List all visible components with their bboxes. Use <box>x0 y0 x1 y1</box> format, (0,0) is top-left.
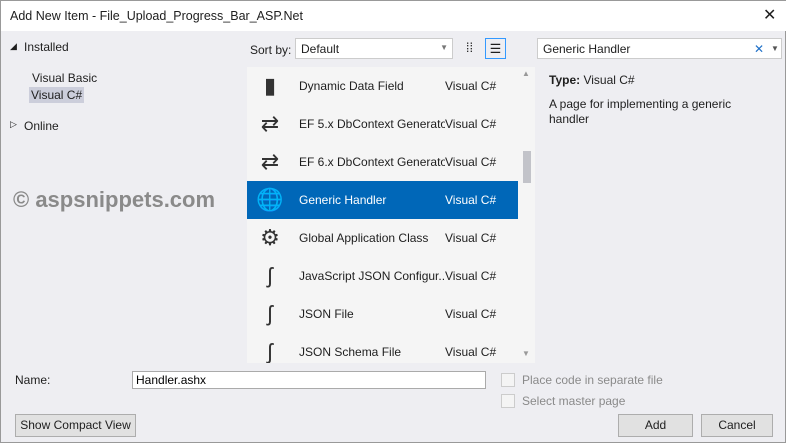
chevron-down-icon[interactable]: ▼ <box>771 44 779 53</box>
list-item[interactable]: 🌐 Generic Handler Visual C# <box>247 181 518 219</box>
type-label: Type: <box>549 73 581 87</box>
clear-search-icon[interactable]: ✕ <box>754 42 764 56</box>
add-button[interactable]: Add <box>618 414 693 437</box>
template-icon: ⇄ <box>260 149 280 174</box>
scrollbar-thumb[interactable] <box>523 151 531 183</box>
list-scrollbar[interactable]: ▲ ▼ <box>518 67 535 363</box>
sort-label: Sort by: <box>250 43 292 57</box>
item-name: Generic Handler <box>299 193 387 207</box>
list-item[interactable]: ʃ JSON Schema File Visual C# <box>247 333 518 363</box>
item-description: A page for implementing a generic handle… <box>549 97 732 126</box>
separate-file-checkbox[interactable] <box>501 373 515 387</box>
template-icon: ʃ <box>267 301 273 326</box>
list-item[interactable]: ▮ Dynamic Data Field Visual C# <box>247 67 518 105</box>
item-name: JSON Schema File <box>299 345 402 359</box>
name-label: Name: <box>15 373 51 387</box>
item-language: Visual C# <box>445 231 497 245</box>
search-input[interactable]: Generic Handler ✕ ▼ <box>537 38 782 59</box>
master-page-label: Select master page <box>522 394 626 408</box>
item-name: Global Application Class <box>299 231 429 245</box>
list-item[interactable]: ⇄ EF 6.x DbContext Generator Visual C# <box>247 143 518 181</box>
type-value: Visual C# <box>583 73 635 87</box>
list-view-button[interactable]: ☰ <box>485 38 506 59</box>
collapse-triangle-icon[interactable]: ◢ <box>10 41 17 52</box>
list-item[interactable]: ⇄ EF 5.x DbContext Generator Visual C# <box>247 105 518 143</box>
list-item[interactable]: ʃ JavaScript JSON Configur... Visual C# <box>247 257 518 295</box>
template-icon: ʃ <box>267 339 273 363</box>
chevron-down-icon: ▼ <box>440 43 448 52</box>
item-name: EF 5.x DbContext Generator <box>299 117 445 131</box>
template-icon: 🌐 <box>256 187 284 212</box>
scroll-up-icon[interactable]: ▲ <box>522 69 530 78</box>
template-icon: ⇄ <box>260 111 280 136</box>
list-item[interactable]: ʃ JSON File Visual C# <box>247 295 518 333</box>
tree-item-visual-csharp[interactable]: Visual C# <box>29 87 85 103</box>
item-language: Visual C# <box>445 79 497 93</box>
list-item[interactable]: ⚙ Global Application Class Visual C# <box>247 219 518 257</box>
item-language: Visual C# <box>445 117 497 131</box>
item-name: EF 6.x DbContext Generator <box>299 155 445 169</box>
template-list: ▮ Dynamic Data Field Visual C# ⇄ EF 5.x DbCo… <box>247 67 518 363</box>
tree-online[interactable]: Online <box>24 119 59 133</box>
template-icon: ▮ <box>263 73 277 98</box>
name-input[interactable] <box>132 371 486 389</box>
tree-item-visual-basic[interactable]: Visual Basic <box>30 70 99 86</box>
template-icon: ⚙ <box>260 225 280 250</box>
sort-value: Default <box>301 42 340 56</box>
medium-icons-view-button[interactable]: ⁞⁞ <box>459 38 480 59</box>
expand-triangle-icon[interactable]: ▷ <box>10 119 17 130</box>
item-language: Visual C# <box>445 155 497 169</box>
search-value: Generic Handler <box>543 42 631 56</box>
item-language: Visual C# <box>445 307 497 321</box>
template-icon: ʃ <box>267 263 273 288</box>
item-language: Visual C# <box>445 269 497 283</box>
item-language: Visual C# <box>445 193 497 207</box>
scroll-down-icon[interactable]: ▼ <box>522 349 530 358</box>
master-page-checkbox[interactable] <box>501 394 515 408</box>
item-language: Visual C# <box>445 345 497 359</box>
close-icon[interactable]: ✕ <box>763 5 776 25</box>
item-name: JavaScript JSON Configur... <box>299 269 445 283</box>
window-title: Add New Item - File_Upload_Progress_Bar_… <box>10 9 303 23</box>
item-name: Dynamic Data Field <box>299 79 404 93</box>
tree-installed[interactable]: Installed <box>24 40 69 54</box>
cancel-button[interactable]: Cancel <box>701 414 773 437</box>
separate-file-label: Place code in separate file <box>522 373 663 387</box>
show-compact-view-button[interactable]: Show Compact View <box>15 414 136 437</box>
watermark: © aspsnippets.com <box>13 187 216 212</box>
sort-dropdown[interactable]: Default ▼ <box>295 38 453 59</box>
item-name: JSON File <box>299 307 354 321</box>
